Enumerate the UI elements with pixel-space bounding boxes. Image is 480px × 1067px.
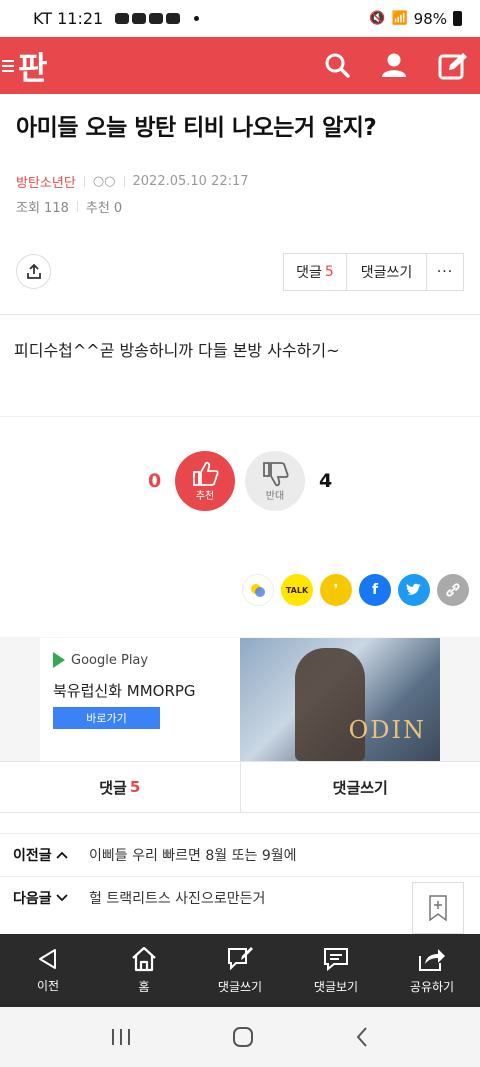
kakao-story-icon[interactable] [242,574,274,606]
home-icon [132,946,156,972]
share-nav-button[interactable]: 공유하기 [384,934,480,1007]
share-arrow-icon [419,949,445,971]
comment-count-button[interactable]: 댓글 5 [284,253,347,290]
bottom-toolbar: 이전 홈 댓글쓰기 댓글보기 공유하기 [0,934,480,1007]
share-icon [26,263,41,279]
ad-banner: Google Play 북유럽신화 MMORPG 바로가기 ODIN [0,637,480,761]
menu-icon[interactable] [0,59,16,72]
post-title: 아미들 오늘 방탄 티비 나오는거 알지? [16,115,377,141]
next-post-title: 헐 트랙리트스 사진으로만든거 [89,891,266,907]
post-recommend: 추천 0 [85,201,123,216]
post-action-row: 댓글 5 댓글쓰기 ··· [0,245,480,315]
write-comment-button[interactable]: 댓글쓰기 [241,762,480,812]
status-bar: KT 11:21 🔇 📶 98% [0,0,480,37]
comment-view-icon [324,948,348,972]
app-header: 판 [0,37,480,94]
prev-post-link[interactable]: 이전글 이삐들 우리 빠르면 8월 또는 9월에 [0,833,480,876]
comment-count: 5 [324,263,334,280]
recommend-button[interactable]: 추천 [175,451,235,511]
twitter-icon[interactable] [398,574,430,606]
kakao-talk-icon[interactable]: TALK [281,574,313,606]
ad-artwork: ODIN [240,638,440,761]
ad-cta-button[interactable]: 바로가기 [53,707,160,729]
oppose-count: 4 [319,470,333,492]
comment-bar: 댓글 5 댓글쓰기 [0,761,480,813]
system-navigation-bar [0,1007,480,1067]
kakao-channel-icon[interactable]: ❜ [320,574,352,606]
wifi-icon: 📶 [391,11,408,26]
ad-character-image [295,648,365,761]
next-post-link[interactable]: 다음글 헐 트랙리트스 사진으로만든거 [0,876,480,919]
post-navigation: 이전글 이삐들 우리 빠르면 8월 또는 9월에 다음글 헐 트랙리트스 사진으… [0,833,480,919]
oppose-button[interactable]: 반대 [245,451,305,511]
user-icon[interactable] [380,52,408,80]
back-triangle-icon [39,949,56,969]
recent-apps-icon[interactable] [110,1027,132,1047]
ad-card[interactable]: Google Play 북유럽신화 MMORPG 바로가기 ODIN [40,638,440,761]
post-stats: 조회 118 추천 0 [0,191,480,216]
bookmark-add-icon [429,895,447,921]
post-body: 피디수첩^^곧 방송하니까 다들 본방 사수하기~ [0,315,480,417]
ad-game-logo: ODIN [348,716,426,744]
thumbs-up-icon [193,461,219,486]
battery-percent: 98% [413,9,447,28]
comment-count: 5 [129,778,141,796]
post-datetime: 2022.05.10 22:17 [132,174,249,189]
notification-icons [115,13,181,24]
comment-write-icon [228,947,253,971]
post-meta: 방탄소년단 ○○ 2022.05.10 22:17 [0,144,480,191]
prev-post-title: 이삐들 우리 빠르면 8월 또는 9월에 [89,848,297,864]
chevron-up-icon [56,851,68,859]
google-play-icon [53,652,65,668]
post-nickname: ○○ [92,174,116,189]
app-logo[interactable]: 판 [18,43,47,89]
battery-icon [453,11,462,26]
oppose-label: 반대 [265,490,285,502]
link-icon[interactable] [437,574,469,606]
view-comments-button[interactable]: 댓글 5 [0,762,241,812]
facebook-icon[interactable]: f [359,574,391,606]
post-author[interactable]: 방탄소년단 [16,172,76,191]
home-button[interactable]: 홈 [96,934,192,1007]
write-comment-nav-button[interactable]: 댓글쓰기 [192,934,288,1007]
recommend-label: 추천 [195,490,215,502]
post-views: 조회 118 [16,201,69,216]
social-share-row: TALK ❜ f [242,574,469,606]
bookmark-button[interactable] [412,882,464,934]
ad-headline: 북유럽신화 MMORPG [53,682,196,700]
thumbs-down-icon [263,461,289,486]
write-comment-button[interactable]: 댓글쓰기 [347,253,427,290]
home-system-icon[interactable] [231,1025,255,1049]
mute-icon: 🔇 [369,11,386,26]
chevron-down-icon [56,894,68,902]
write-icon[interactable] [438,52,468,80]
share-button[interactable] [16,254,51,289]
search-icon[interactable] [324,52,350,80]
vote-area: 0 추천 반대 4 [0,451,480,511]
carrier-time: KT 11:21 [33,9,104,28]
back-system-icon[interactable] [354,1026,370,1048]
more-options-button[interactable]: ··· [427,254,463,290]
back-button[interactable]: 이전 [0,934,96,1007]
view-comments-nav-button[interactable]: 댓글보기 [288,934,384,1007]
comment-button-group: 댓글 5 댓글쓰기 ··· [283,252,464,291]
google-play-badge: Google Play [53,652,148,668]
recommend-count: 0 [148,470,162,492]
more-notifications-icon [194,16,200,21]
